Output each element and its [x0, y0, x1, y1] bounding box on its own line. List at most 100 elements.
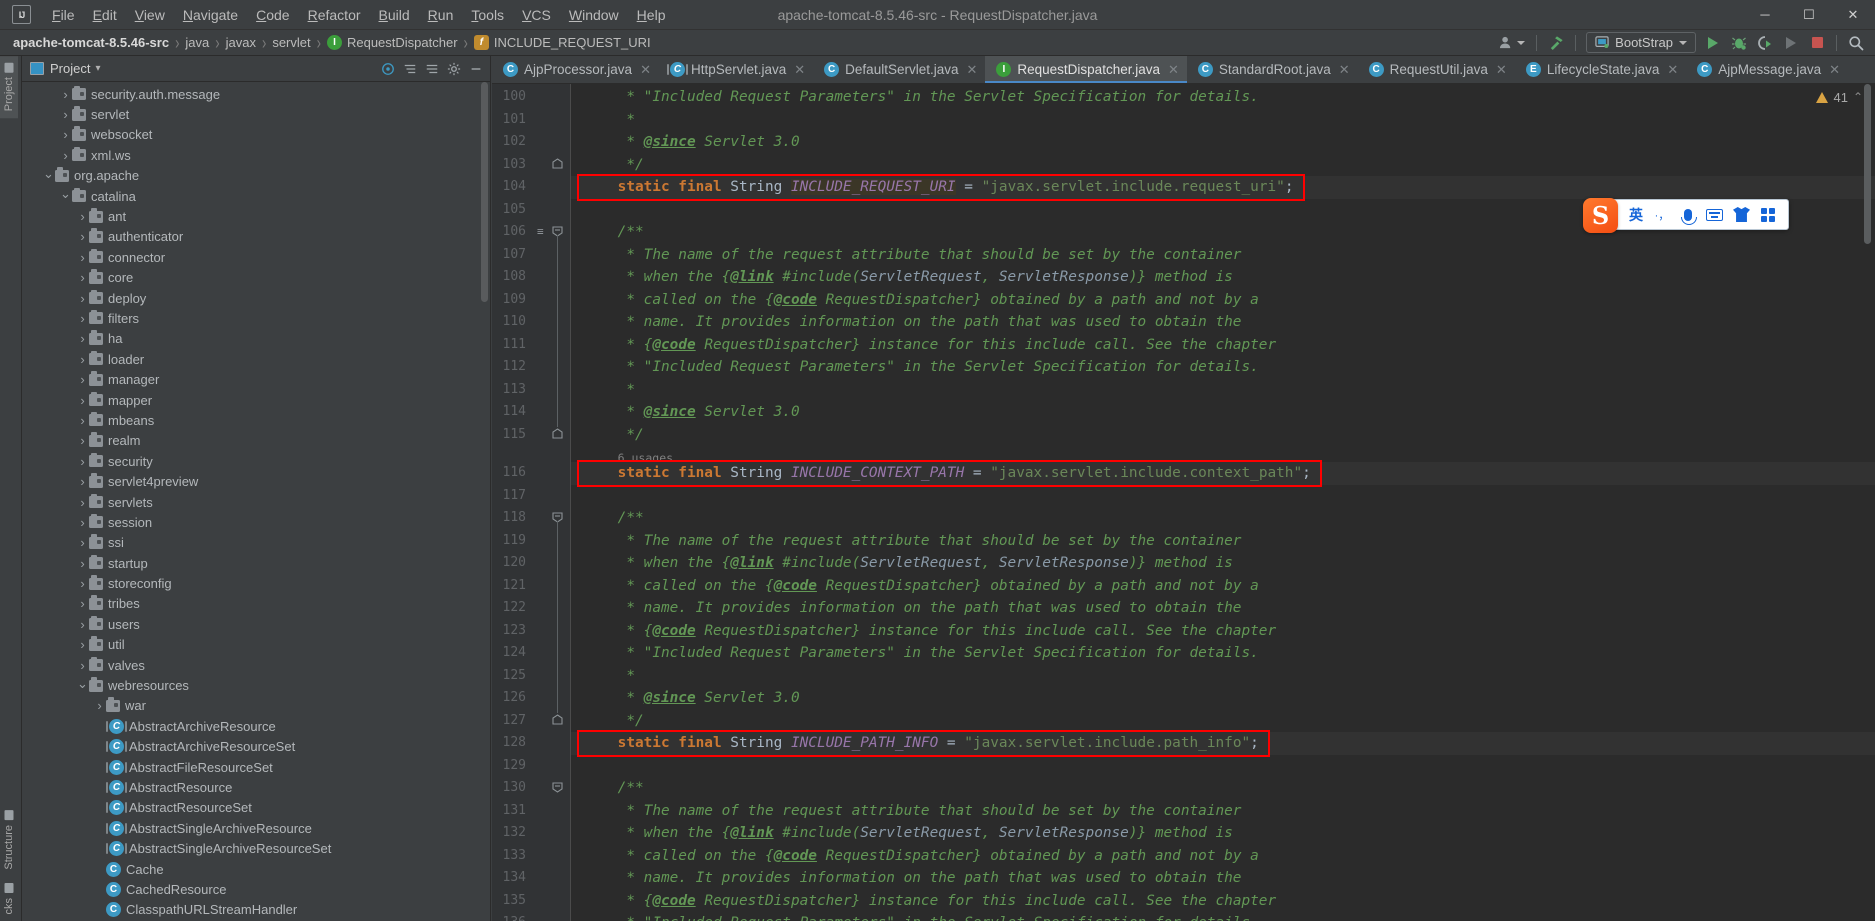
- fold-end-marker[interactable]: [552, 427, 563, 439]
- tree-node[interactable]: › servlets: [22, 492, 490, 512]
- breadcrumb-item-2[interactable]: javax: [223, 34, 259, 51]
- hide-panel-icon[interactable]: [466, 59, 486, 79]
- chevron-right-icon[interactable]: ›: [76, 433, 89, 448]
- code-line[interactable]: /**: [583, 777, 644, 800]
- menu-item-code[interactable]: Code: [247, 4, 298, 26]
- chevron-right-icon[interactable]: ›: [76, 270, 89, 285]
- chevron-right-icon[interactable]: ›: [76, 209, 89, 224]
- chevron-right-icon[interactable]: ›: [93, 698, 106, 713]
- tree-node[interactable]: › deploy: [22, 288, 490, 308]
- tree-node[interactable]: › manager: [22, 369, 490, 389]
- tree-node[interactable]: › ant: [22, 206, 490, 226]
- tree-node[interactable]: C AbstractSingleArchiveResource: [22, 818, 490, 838]
- tree-node[interactable]: ⌄ org.apache: [22, 166, 490, 186]
- code-line[interactable]: */: [583, 424, 643, 447]
- stripe-button-project[interactable]: Project: [0, 56, 18, 119]
- search-everywhere-icon[interactable]: [1844, 32, 1868, 54]
- collapse-all-icon[interactable]: [400, 59, 420, 79]
- expand-all-icon[interactable]: [422, 59, 442, 79]
- tree-node[interactable]: C AbstractResource: [22, 777, 490, 797]
- soft-keyboard-icon[interactable]: [1706, 204, 1723, 226]
- tree-node[interactable]: C AbstractArchiveResource: [22, 716, 490, 736]
- stop-icon[interactable]: [1805, 32, 1829, 54]
- tree-node[interactable]: › loader: [22, 349, 490, 369]
- code-line[interactable]: * name. It provides information on the p…: [583, 597, 1241, 620]
- tree-node[interactable]: › xml.ws: [22, 145, 490, 165]
- tree-node[interactable]: ⌄ webresources: [22, 675, 490, 695]
- close-icon[interactable]: ✕: [1339, 62, 1350, 78]
- code-line[interactable]: * called on the {@code RequestDispatcher…: [583, 575, 1258, 598]
- code-line[interactable]: * "Included Request Parameters" in the S…: [583, 912, 1258, 921]
- editor-tab-requestutil[interactable]: C RequestUtil.java ✕: [1358, 56, 1515, 83]
- tree-node[interactable]: › servlet: [22, 104, 490, 124]
- chevron-right-icon[interactable]: ›: [76, 393, 89, 408]
- skin-icon[interactable]: [1733, 204, 1750, 226]
- code-line[interactable]: /**: [583, 507, 644, 530]
- chevron-right-icon[interactable]: ›: [59, 127, 72, 142]
- tree-node[interactable]: › core: [22, 268, 490, 288]
- code-line[interactable]: * when the {@link #include(ServletReques…: [583, 822, 1233, 845]
- breadcrumb-item-4[interactable]: I RequestDispatcher: [324, 34, 461, 51]
- code-line[interactable]: * "Included Request Parameters" in the S…: [583, 86, 1258, 109]
- tree-node[interactable]: › mapper: [22, 390, 490, 410]
- fold-end-marker[interactable]: [552, 713, 563, 725]
- menu-item-run[interactable]: Run: [419, 4, 463, 26]
- tree-node[interactable]: › startup: [22, 553, 490, 573]
- code-line[interactable]: *: [583, 109, 635, 132]
- code-line[interactable]: * when the {@link #include(ServletReques…: [583, 266, 1233, 289]
- editor-tab-httpservlet[interactable]: C HttpServlet.java ✕: [659, 56, 813, 83]
- language-mode-icon[interactable]: 英: [1628, 204, 1644, 226]
- code-line[interactable]: *: [583, 665, 635, 688]
- run-icon[interactable]: [1701, 32, 1725, 54]
- inspection-widget[interactable]: 41 ⌃: [1804, 84, 1875, 110]
- chevron-right-icon[interactable]: ›: [76, 454, 89, 469]
- code-line[interactable]: * @since Servlet 3.0: [583, 131, 799, 154]
- editor-gutter[interactable]: 100 101 102 103 104 105 106 ≡ 107 108 109 110 111 112…: [492, 84, 570, 921]
- chevron-down-icon[interactable]: ▾: [95, 63, 100, 74]
- chevron-right-icon[interactable]: ›: [59, 148, 72, 163]
- tree-node[interactable]: › connector: [22, 247, 490, 267]
- editor-tab-requestdispatcher[interactable]: I RequestDispatcher.java ✕: [985, 56, 1187, 83]
- tree-node[interactable]: › util: [22, 635, 490, 655]
- editor-tab-standardroot[interactable]: C StandardRoot.java ✕: [1187, 56, 1358, 83]
- chevron-right-icon[interactable]: ›: [76, 250, 89, 265]
- rerun-icon[interactable]: [1779, 32, 1803, 54]
- close-icon[interactable]: ✕: [966, 62, 977, 78]
- tree-node[interactable]: C AbstractFileResourceSet: [22, 757, 490, 777]
- menu-item-view[interactable]: View: [126, 4, 174, 26]
- code-line[interactable]: static final String INCLUDE_PATH_INFO = …: [583, 732, 1259, 755]
- project-tree[interactable]: › security.auth.message › servlet › websocket…: [22, 82, 490, 921]
- close-icon[interactable]: ✕: [640, 62, 651, 78]
- close-button[interactable]: ✕: [1831, 0, 1875, 29]
- breadcrumb-item-0[interactable]: apache-tomcat-8.5.46-src: [10, 34, 172, 51]
- tree-node[interactable]: C AbstractArchiveResourceSet: [22, 737, 490, 757]
- chevron-right-icon[interactable]: ›: [76, 331, 89, 346]
- chevron-right-icon[interactable]: ›: [76, 372, 89, 387]
- gear-icon[interactable]: [444, 59, 464, 79]
- code-line[interactable]: * {@code RequestDispatcher} instance for…: [583, 334, 1276, 357]
- close-icon[interactable]: ✕: [1667, 62, 1678, 78]
- tree-node[interactable]: C Cache: [22, 859, 490, 879]
- chevron-right-icon[interactable]: ›: [76, 576, 89, 591]
- code-line[interactable]: /**: [583, 221, 644, 244]
- menu-item-window[interactable]: Window: [560, 4, 628, 26]
- code-line[interactable]: * @since Servlet 3.0: [583, 687, 799, 710]
- project-tree-scrollbar-thumb[interactable]: [481, 82, 488, 302]
- code-line[interactable]: * called on the {@code RequestDispatcher…: [583, 845, 1258, 868]
- sogou-ime-toolbar[interactable]: S 英 ·，: [1583, 198, 1789, 233]
- menu-item-navigate[interactable]: Navigate: [174, 4, 247, 26]
- code-line[interactable]: * {@code RequestDispatcher} instance for…: [583, 890, 1276, 913]
- tree-node[interactable]: › ha: [22, 329, 490, 349]
- code-line[interactable]: * called on the {@code RequestDispatcher…: [583, 289, 1258, 312]
- menu-item-refactor[interactable]: Refactor: [299, 4, 370, 26]
- menu-item-tools[interactable]: Tools: [462, 4, 513, 26]
- toolbox-icon[interactable]: [1760, 204, 1776, 226]
- editor-tab-ajpprocessor[interactable]: C AjpProcessor.java ✕: [492, 56, 659, 83]
- tree-node[interactable]: › session: [22, 512, 490, 532]
- debug-icon[interactable]: [1727, 32, 1751, 54]
- fold-collapse-icon[interactable]: [552, 782, 563, 793]
- tree-node[interactable]: › ssi: [22, 533, 490, 553]
- tree-node[interactable]: › authenticator: [22, 227, 490, 247]
- tree-node[interactable]: › servlet4preview: [22, 471, 490, 491]
- user-settings-icon[interactable]: [1495, 32, 1529, 54]
